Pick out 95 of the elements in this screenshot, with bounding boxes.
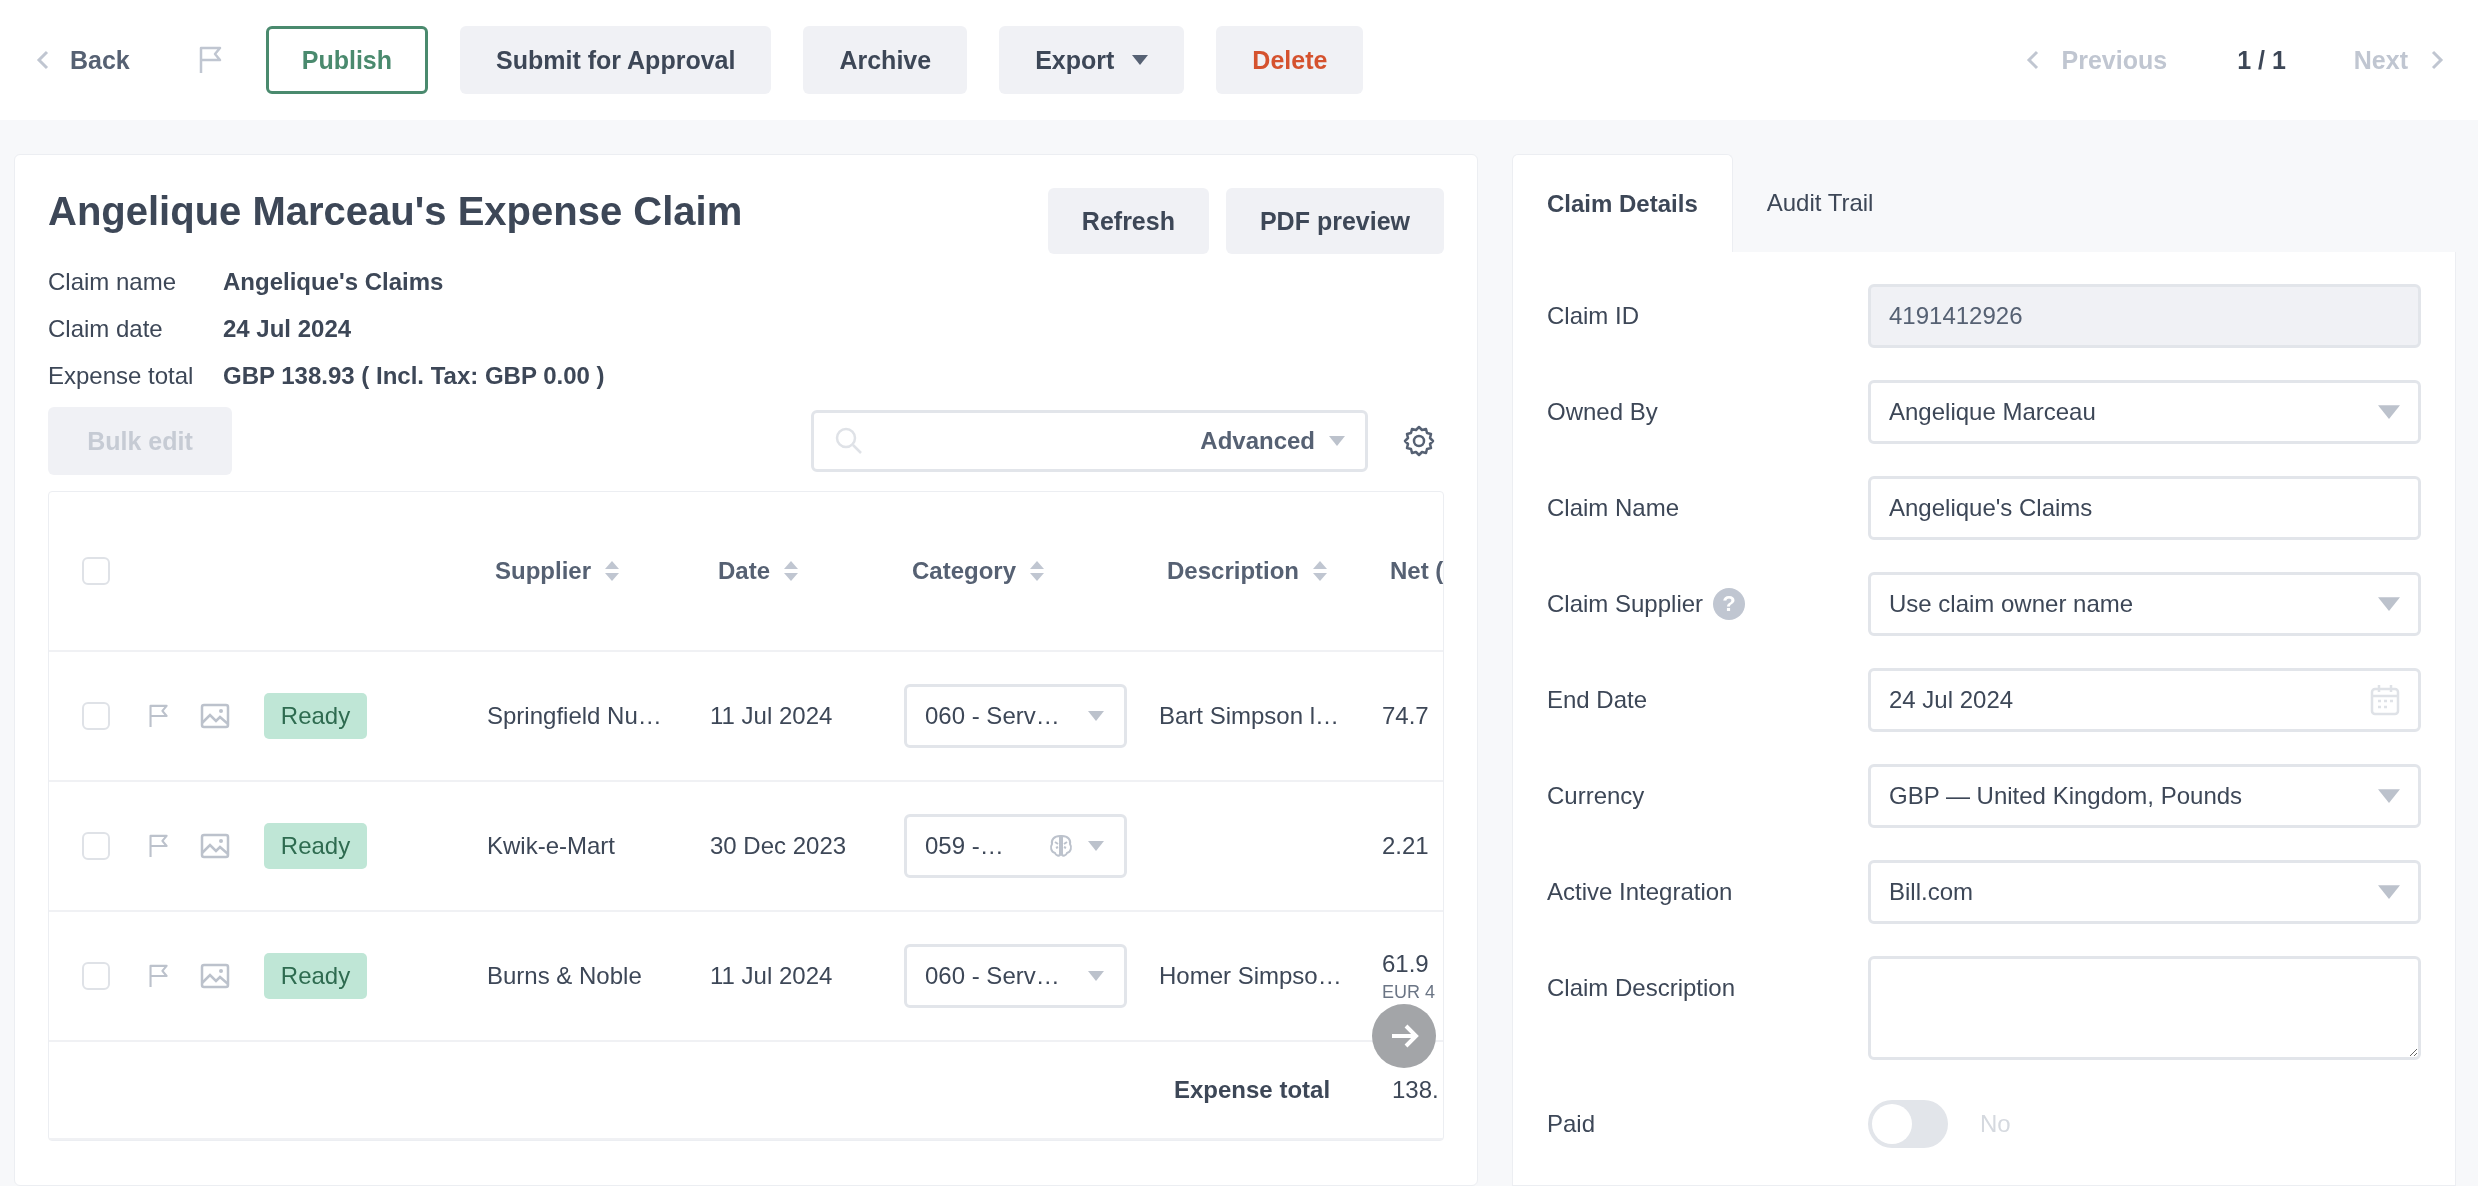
tab[interactable]: Audit Trail xyxy=(1732,154,1908,252)
table-cell-text: Homer Simpso… xyxy=(1159,962,1343,990)
column-header[interactable]: Description xyxy=(1147,557,1370,585)
status-badge: Ready xyxy=(264,823,367,869)
delete-button[interactable]: Delete xyxy=(1216,26,1364,94)
select-field[interactable]: Bill.com xyxy=(1868,860,2421,924)
status-badge: Ready xyxy=(264,953,367,999)
caret-down-icon xyxy=(1132,55,1149,65)
field-label: Owned By xyxy=(1547,398,1658,426)
table-cell-text: 11 Jul 2024 xyxy=(710,702,834,730)
total-label: Expense total xyxy=(1174,1076,1332,1104)
caret-down-icon xyxy=(2378,885,2400,899)
table-cell-text: Kwik-e-Mart xyxy=(487,832,616,860)
page-counter: 1 / 1 xyxy=(2237,45,2286,75)
date-field[interactable]: 24 Jul 2024 xyxy=(1868,668,2421,732)
calendar-icon xyxy=(2370,684,2400,716)
field-label: Currency xyxy=(1547,782,1645,810)
field-label: Claim Name xyxy=(1547,494,1680,522)
table-cell-text: 61.9 xyxy=(1382,949,1430,978)
currency-note: EUR 4 xyxy=(1382,981,1435,1003)
select-field[interactable]: GBP — United Kingdom, Pounds xyxy=(1868,764,2421,828)
table-cell-text: Burns & Noble xyxy=(487,962,643,990)
checkbox[interactable] xyxy=(82,702,110,730)
table-cell-text: 11 Jul 2024 xyxy=(710,962,834,990)
sort-icon xyxy=(1030,559,1045,583)
action-button[interactable]: Refresh xyxy=(1047,188,1209,254)
category-select[interactable]: 059 -… xyxy=(904,814,1127,878)
sort-icon xyxy=(784,559,799,583)
status-badge: Ready xyxy=(264,693,367,739)
flag-icon[interactable] xyxy=(148,703,170,729)
caret-down-icon xyxy=(1088,711,1104,721)
column-header[interactable]: Date xyxy=(698,557,892,585)
field-label: Claim Description xyxy=(1547,974,1736,1002)
toolbar-button[interactable]: Archive xyxy=(803,26,968,94)
field-label: Paid xyxy=(1547,1110,1596,1138)
caret-down-icon xyxy=(2378,405,2400,419)
toggle-switch[interactable] xyxy=(1868,1100,1948,1148)
text-field[interactable]: Angelique's Claims xyxy=(1868,476,2421,540)
chevron-left-icon xyxy=(36,50,50,70)
back-button[interactable]: Back xyxy=(36,45,130,75)
field-label: Active Integration xyxy=(1547,878,1733,906)
chevron-left-icon xyxy=(2025,50,2040,70)
summary-value: Angelique's Claims xyxy=(223,267,445,296)
caret-down-icon xyxy=(2378,597,2400,611)
table-cell-text: Bart Simpson l… xyxy=(1159,702,1341,730)
caret-down-icon xyxy=(1088,841,1104,851)
field-label: Claim Supplier xyxy=(1547,590,1704,618)
action-button[interactable]: PDF preview xyxy=(1225,188,1444,254)
table-cell: 74.7 xyxy=(1382,702,1429,730)
text-area[interactable] xyxy=(1868,956,2421,1060)
brain-icon xyxy=(1048,833,1074,859)
search-field[interactable]: Advanced xyxy=(811,410,1368,472)
claim-title: Angelique Marceau's Expense Claim xyxy=(48,188,743,234)
flag-icon[interactable] xyxy=(148,963,170,989)
toolbar-button[interactable]: Submit for Approval xyxy=(460,26,772,94)
image-icon[interactable] xyxy=(200,703,230,729)
chevron-right-icon xyxy=(2430,50,2444,70)
select-field[interactable]: Angelique Marceau xyxy=(1868,380,2421,444)
sort-icon xyxy=(605,559,619,583)
category-select[interactable]: 060 - Serv… xyxy=(904,944,1127,1008)
tab[interactable]: Claim Details xyxy=(1512,154,1733,252)
checkbox[interactable] xyxy=(82,962,110,990)
flag-icon[interactable] xyxy=(197,45,224,75)
column-header[interactable]: Category xyxy=(892,557,1147,585)
flag-icon[interactable] xyxy=(148,833,170,859)
advanced-dropdown[interactable]: Advanced xyxy=(1200,427,1345,455)
column-header[interactable]: Net ( xyxy=(1370,557,1444,585)
readonly-field: 4191412926 xyxy=(1868,284,2421,348)
sort-icon xyxy=(1313,559,1328,583)
field-label: End Date xyxy=(1547,686,1648,714)
summary-value: 24 Jul 2024 xyxy=(223,314,353,343)
table-cell-text: Springfield Nu… xyxy=(487,702,663,730)
total-value: 138. xyxy=(1392,1076,1439,1104)
summary-value: GBP 138.93 ( Incl. Tax: GBP 0.00 ) xyxy=(223,361,606,390)
summary-label: Claim name xyxy=(48,267,178,296)
settings-icon[interactable] xyxy=(1402,424,1436,458)
checkbox[interactable] xyxy=(82,557,110,585)
category-select[interactable]: 060 - Serv… xyxy=(904,684,1127,748)
caret-down-icon xyxy=(1088,971,1104,981)
summary-label: Claim date xyxy=(48,314,164,343)
checkbox[interactable] xyxy=(82,832,110,860)
table-cell-text: 30 Dec 2023 xyxy=(710,832,848,860)
select-field[interactable]: Use claim owner name xyxy=(1868,572,2421,636)
scroll-right-button[interactable] xyxy=(1372,1004,1436,1068)
search-icon xyxy=(834,426,864,456)
caret-down-icon xyxy=(2378,789,2400,803)
column-header[interactable]: Supplier xyxy=(475,557,698,585)
field-label: Claim ID xyxy=(1547,302,1639,330)
image-icon[interactable] xyxy=(200,833,230,859)
image-icon[interactable] xyxy=(200,963,230,989)
publish-button[interactable]: Publish xyxy=(265,26,429,94)
summary-label: Expense total xyxy=(48,361,195,390)
dropdown-button[interactable]: Export xyxy=(999,26,1185,94)
table-cell: 2.21 xyxy=(1382,832,1429,860)
caret-down-icon xyxy=(1329,436,1345,446)
